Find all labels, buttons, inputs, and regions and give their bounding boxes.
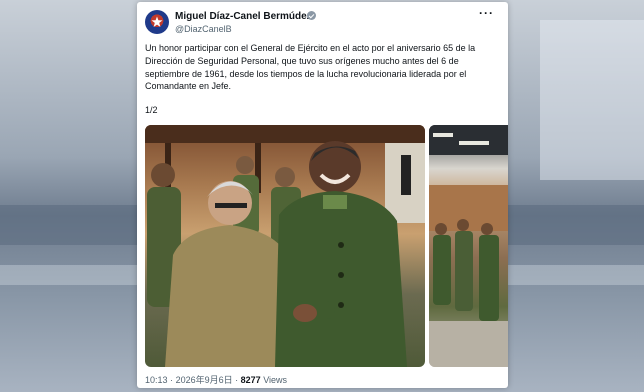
author-avatar[interactable] xyxy=(145,10,169,34)
views-label: Views xyxy=(263,375,288,385)
post-time[interactable]: 10:13 xyxy=(145,375,168,385)
photo-illustration-2 xyxy=(429,125,508,367)
more-options-icon[interactable]: ··· xyxy=(479,6,494,20)
post-meta: 10:13 · 2026年9月6日 · 8277 Views xyxy=(145,373,287,386)
background-highlight xyxy=(540,20,644,180)
author-name[interactable]: Miguel Díaz-Canel Bermúdez xyxy=(175,11,312,22)
post-card: Miguel Díaz-Canel Bermúdez @DiazCanelB ·… xyxy=(137,2,508,388)
meta-separator-2: · xyxy=(235,375,239,385)
post-date[interactable]: 2026年9月6日 xyxy=(176,375,233,385)
photo-illustration xyxy=(145,125,425,367)
verified-badge-icon xyxy=(307,11,316,20)
author-handle[interactable]: @DiazCanelB xyxy=(175,24,232,34)
post-photo-main[interactable] xyxy=(145,125,425,367)
star-icon xyxy=(151,16,163,27)
post-photo-secondary[interactable] xyxy=(429,125,508,367)
views-count: 8277 xyxy=(240,375,261,385)
meta-separator: · xyxy=(170,375,174,385)
media-counter: 1/2 xyxy=(145,105,158,115)
post-text: Un honor participar con el General de Ej… xyxy=(145,43,476,92)
